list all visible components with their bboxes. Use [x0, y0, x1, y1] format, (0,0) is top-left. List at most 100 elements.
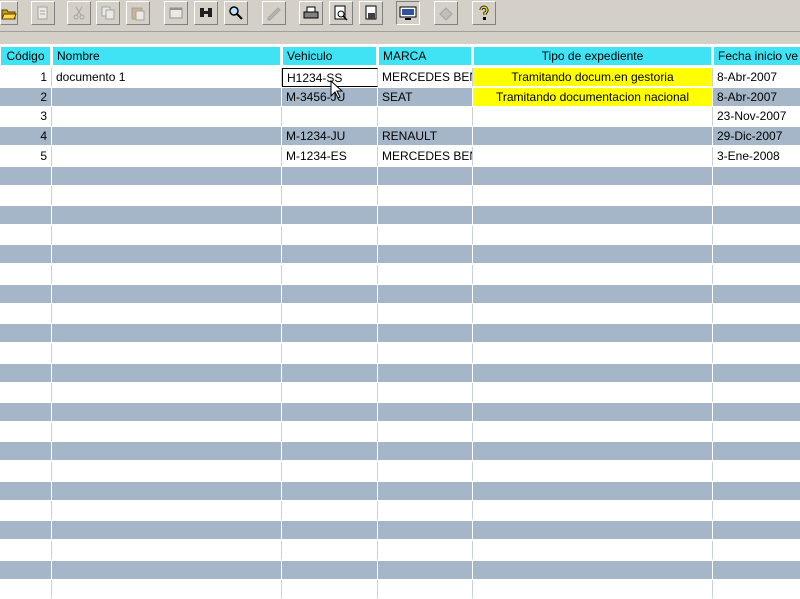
cell-vehiculo[interactable]	[282, 521, 378, 541]
cell-vehiculo[interactable]	[282, 462, 378, 481]
cell-fecha-inicio[interactable]	[713, 186, 800, 206]
cell-vehiculo[interactable]	[282, 363, 378, 383]
cell-nombre[interactable]	[52, 343, 282, 363]
cell-codigo[interactable]	[0, 265, 52, 284]
table-row[interactable]: 5 M-1234-ES MERCEDES BEN 3-Ene-2008	[0, 146, 800, 166]
cell-marca[interactable]	[378, 481, 473, 501]
cell-nombre[interactable]	[52, 265, 282, 284]
cell-nombre[interactable]	[52, 580, 282, 599]
cell-vehiculo[interactable]	[282, 442, 378, 462]
cell-vehiculo[interactable]	[282, 383, 378, 403]
cell-fecha-inicio[interactable]	[713, 501, 800, 521]
cell-marca[interactable]	[378, 304, 473, 324]
col-header-marca[interactable]: MARCA	[378, 46, 473, 66]
cell-tipo-expediente[interactable]: Tramitando docum.en gestoria	[473, 68, 713, 87]
table-row[interactable]	[0, 442, 800, 462]
cell-nombre[interactable]	[52, 442, 282, 462]
view-button[interactable]	[396, 1, 420, 25]
cell-marca[interactable]	[378, 205, 473, 225]
cell-nombre[interactable]	[52, 422, 282, 442]
cell-codigo[interactable]	[0, 284, 52, 304]
table-row[interactable]	[0, 422, 800, 442]
page-setup-button[interactable]	[359, 1, 383, 25]
cell-vehiculo[interactable]	[282, 245, 378, 265]
cell-tipo-expediente[interactable]	[473, 284, 713, 304]
cell-codigo[interactable]	[0, 205, 52, 225]
cell-nombre[interactable]	[52, 205, 282, 225]
cell-marca[interactable]	[378, 284, 473, 304]
cell-codigo[interactable]	[0, 383, 52, 403]
cell-codigo[interactable]	[0, 166, 52, 186]
cell-nombre[interactable]	[52, 146, 282, 166]
table-row[interactable]: 4 M-1234-JU RENAULT 29-Dic-2007	[0, 127, 800, 147]
cell-fecha-inicio[interactable]	[713, 265, 800, 284]
cell-marca[interactable]	[378, 225, 473, 245]
cell-tipo-expediente[interactable]	[473, 225, 713, 245]
cell-nombre[interactable]	[52, 186, 282, 206]
cell-tipo-expediente[interactable]	[473, 146, 713, 166]
cell-fecha-inicio[interactable]	[713, 521, 800, 541]
cell-tipo-expediente[interactable]	[473, 343, 713, 363]
cell-tipo-expediente[interactable]	[473, 186, 713, 206]
cell-codigo[interactable]: 5	[0, 146, 52, 166]
cell-marca[interactable]	[378, 324, 473, 344]
cell-marca[interactable]	[378, 363, 473, 383]
cell-fecha-inicio[interactable]: 8-Abr-2007	[713, 68, 800, 87]
cell-vehiculo[interactable]	[282, 540, 378, 560]
table-row[interactable]	[0, 245, 800, 265]
table-row[interactable]	[0, 560, 800, 580]
cell-fecha-inicio[interactable]: 23-Nov-2007	[713, 107, 800, 127]
cell-codigo[interactable]: 1	[0, 68, 52, 87]
cell-marca[interactable]	[378, 245, 473, 265]
print-button[interactable]	[299, 1, 323, 25]
table-row[interactable]	[0, 363, 800, 383]
table-row[interactable]	[0, 205, 800, 225]
cell-nombre[interactable]	[52, 501, 282, 521]
cell-vehiculo[interactable]	[282, 343, 378, 363]
cell-tipo-expediente[interactable]	[473, 205, 713, 225]
cell-vehiculo[interactable]	[282, 560, 378, 580]
cell-codigo[interactable]: 3	[0, 107, 52, 127]
table-row[interactable]	[0, 383, 800, 403]
cell-marca[interactable]: RENAULT	[378, 127, 473, 147]
cell-nombre[interactable]	[52, 383, 282, 403]
cell-nombre[interactable]	[52, 87, 282, 107]
table-row[interactable]	[0, 324, 800, 344]
cell-codigo[interactable]: 2	[0, 87, 52, 107]
cell-marca[interactable]	[378, 186, 473, 206]
table-row[interactable]: 1 documento 1 H1234-SS MERCEDES BEN Tramitan…	[0, 68, 800, 87]
cell-nombre[interactable]	[52, 284, 282, 304]
cell-marca[interactable]	[378, 166, 473, 186]
cell-codigo[interactable]	[0, 363, 52, 383]
cell-tipo-expediente[interactable]	[473, 265, 713, 284]
cell-codigo[interactable]	[0, 462, 52, 481]
cell-nombre[interactable]	[52, 225, 282, 245]
cell-nombre[interactable]	[52, 481, 282, 501]
open-button[interactable]	[0, 1, 18, 25]
cell-fecha-inicio[interactable]: 8-Abr-2007	[713, 88, 800, 107]
cell-vehiculo[interactable]	[282, 265, 378, 284]
cell-tipo-expediente[interactable]	[473, 107, 713, 127]
cell-tipo-expediente[interactable]	[473, 422, 713, 442]
col-header-codigo[interactable]: Código	[0, 46, 52, 66]
cell-fecha-inicio[interactable]	[713, 541, 800, 560]
cell-marca[interactable]	[378, 107, 473, 127]
table-row[interactable]	[0, 166, 800, 186]
cell-vehiculo[interactable]	[282, 422, 378, 442]
cell-marca[interactable]	[378, 462, 473, 481]
cell-fecha-inicio[interactable]	[713, 580, 800, 599]
table-row[interactable]	[0, 501, 800, 521]
cell-codigo[interactable]	[0, 245, 52, 265]
find-button[interactable]	[194, 1, 218, 25]
cell-nombre[interactable]	[52, 304, 282, 324]
cell-tipo-expediente[interactable]	[473, 501, 713, 521]
cell-nombre[interactable]	[52, 402, 282, 422]
table-row[interactable]	[0, 284, 800, 304]
cell-fecha-inicio[interactable]	[713, 423, 800, 442]
table-row[interactable]	[0, 481, 800, 501]
cell-fecha-inicio[interactable]	[713, 285, 800, 304]
table-row[interactable]	[0, 343, 800, 363]
clear-button[interactable]	[434, 1, 458, 25]
cell-fecha-inicio[interactable]: 29-Dic-2007	[713, 127, 800, 147]
cell-fecha-inicio[interactable]	[713, 245, 800, 265]
